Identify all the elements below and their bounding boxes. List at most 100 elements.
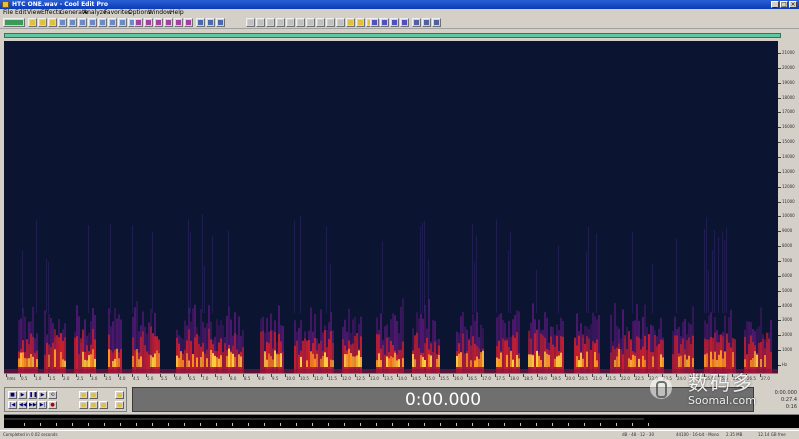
spectrogram-streak (22, 250, 23, 313)
menu-file[interactable]: File (3, 9, 13, 17)
minimize-button[interactable]: _ (771, 1, 779, 8)
spectral-view[interactable] (4, 41, 778, 373)
stop-button[interactable]: ■ (8, 391, 17, 399)
spectrogram-peak (320, 358, 322, 367)
play-button[interactable]: ▶ (18, 391, 27, 399)
zoom-out-vertical-icon[interactable] (115, 401, 124, 409)
zoom-out-horizontal-icon[interactable] (89, 391, 98, 399)
view-tools-icon (166, 20, 171, 25)
edit-tools-button-1[interactable] (58, 18, 67, 27)
spectrogram-peak (214, 355, 216, 367)
spectrogram-peak (558, 355, 560, 367)
close-button[interactable]: × (789, 1, 797, 8)
edit-tools-button-2[interactable] (68, 18, 77, 27)
view-tools-button-2[interactable] (144, 18, 153, 27)
view-tools-button-5[interactable] (174, 18, 183, 27)
analysis-tools-button-7[interactable] (306, 18, 315, 27)
play-to-end-button[interactable]: ▶ (38, 391, 47, 399)
file-tools-button-3[interactable] (48, 18, 57, 27)
spectrogram-energy (656, 346, 658, 373)
spectrogram-peak (532, 355, 534, 367)
spectrogram-energy (470, 345, 472, 373)
maximize-button[interactable]: □ (780, 1, 788, 8)
selection-end[interactable]: 0:27.4 (781, 397, 797, 403)
spectrogram-peak (182, 360, 184, 367)
analysis-tools-button-8[interactable] (316, 18, 325, 27)
option-tools-2-button-3[interactable] (432, 18, 441, 27)
option-tools-button-2[interactable] (380, 18, 389, 27)
spectral-tools-button-3[interactable] (216, 18, 225, 27)
view-tools-button-1[interactable] (134, 18, 143, 27)
spectrogram-peak (220, 355, 222, 367)
spectrogram-energy (462, 333, 464, 373)
option-tools-2-button-2[interactable] (422, 18, 431, 27)
go-to-start-button[interactable]: |◀ (8, 401, 17, 409)
option-tools-button-1[interactable] (370, 18, 379, 27)
record-button[interactable]: ● (48, 401, 57, 409)
analysis-tools-button-10[interactable] (336, 18, 345, 27)
level-meter-tick (584, 423, 585, 426)
edit-tools-button-3[interactable] (78, 18, 87, 27)
pause-button[interactable]: ❚❚ (28, 391, 37, 399)
option-tools-button-4[interactable] (400, 18, 409, 27)
rewind-button[interactable]: ◀◀ (18, 401, 27, 409)
menu-help[interactable]: Help (170, 9, 184, 17)
mode-toggle-button-1[interactable] (3, 18, 25, 27)
analysis-tools-button-2[interactable] (256, 18, 265, 27)
edit-tools-button-6[interactable] (108, 18, 117, 27)
view-tools-button-3[interactable] (154, 18, 163, 27)
menu-edit[interactable]: Edit (15, 9, 27, 17)
edit-tools-button-4[interactable] (88, 18, 97, 27)
analysis-tools-2-button-1[interactable] (346, 18, 355, 27)
spectral-tools-button-1[interactable] (196, 18, 205, 27)
spectrogram-peak (652, 356, 654, 367)
menu-effects[interactable]: Effects (41, 9, 61, 17)
current-time: 0:00.000 (404, 390, 482, 410)
option-tools-2-button-1[interactable] (412, 18, 421, 27)
waveform-overview-bar[interactable] (4, 33, 781, 38)
menu-view[interactable]: View (27, 9, 41, 17)
zoom-in-vertical-icon[interactable] (115, 391, 124, 399)
selection-begin[interactable]: 0:00.000 (775, 390, 797, 396)
analysis-tools-button-3[interactable] (266, 18, 275, 27)
spectrogram-peak (156, 350, 158, 367)
view-tools-icon (186, 20, 191, 25)
option-tools-button-3[interactable] (390, 18, 399, 27)
analysis-tools-button-5[interactable] (286, 18, 295, 27)
zoom-in-horizontal-icon[interactable] (79, 391, 88, 399)
analysis-tools-button-9[interactable] (326, 18, 335, 27)
spectrogram-peak (632, 354, 634, 367)
edit-tools-button-5[interactable] (98, 18, 107, 27)
spectrogram-peak (720, 350, 722, 367)
spectrogram-streak (300, 215, 301, 313)
file-tools-button-2[interactable] (38, 18, 47, 27)
spectrogram-peak (618, 348, 620, 367)
spectrogram-energy (550, 336, 552, 373)
frequency-tick (778, 350, 781, 351)
level-meter-tick (504, 423, 505, 426)
view-tools-button-4[interactable] (164, 18, 173, 27)
fast-forward-button[interactable]: ▶▶ (28, 401, 37, 409)
selection-length[interactable]: 0:16 (786, 404, 797, 410)
menu-window[interactable]: Window (148, 9, 172, 17)
frequency-label: 12000 (782, 184, 795, 189)
zoom-full-icon[interactable] (79, 401, 88, 409)
zoom-to-selection-icon[interactable] (89, 401, 98, 409)
time-ruler[interactable]: hms 0.5 1.0 1.5 2.0 2.5 3.0 3.5 4.0 4.5 5.0 5.5 6.0 6… (4, 373, 778, 382)
spectral-tools-button-2[interactable] (206, 18, 215, 27)
analysis-tools-2-button-2[interactable] (356, 18, 365, 27)
spectrogram-peak (84, 359, 86, 367)
loop-button[interactable]: ⟲ (48, 391, 57, 399)
edit-tools-button-7[interactable] (118, 18, 127, 27)
view-tools-button-6[interactable] (184, 18, 193, 27)
go-to-end-button[interactable]: ▶| (38, 401, 47, 409)
analysis-tools-button-4[interactable] (276, 18, 285, 27)
spectrogram-peak (202, 351, 204, 367)
file-tools-button-1[interactable] (28, 18, 37, 27)
analysis-tools-button-1[interactable] (246, 18, 255, 27)
analysis-tools-button-6[interactable] (296, 18, 305, 27)
zoom-left-icon[interactable] (99, 401, 108, 409)
spectrogram-energy (402, 341, 404, 373)
spectrogram-peak (90, 354, 92, 367)
spectrogram-energy (56, 335, 58, 373)
